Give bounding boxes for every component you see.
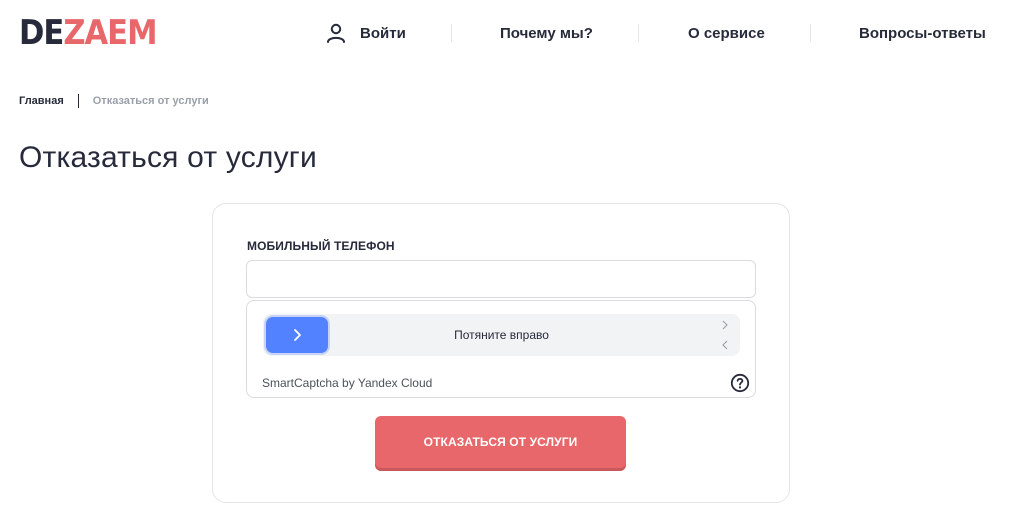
slider-direction-icon xyxy=(722,320,728,350)
breadcrumb-home-link[interactable]: Главная xyxy=(19,95,64,107)
login-label: Войти xyxy=(360,24,406,42)
nav-divider xyxy=(810,24,811,42)
main-nav: Войти Почему мы? О сервисе Вопросы-ответ… xyxy=(0,20,1024,46)
captcha-slider-track[interactable]: Потяните вправо xyxy=(263,314,740,356)
captcha-slider-text: Потяните вправо xyxy=(454,328,549,342)
site-header: DE ZAEM Войти Почему мы? О сервисе Вопрос… xyxy=(0,0,1024,66)
breadcrumb-divider xyxy=(77,94,79,108)
nav-divider xyxy=(451,24,452,42)
nav-item-why-us[interactable]: Почему мы? xyxy=(500,20,593,46)
unsubscribe-form-card: МОБИЛЬНЫЙ ТЕЛЕФОН Потяните вправо SmartC… xyxy=(212,203,790,503)
breadcrumb-current: Отказаться от услуги xyxy=(92,95,209,107)
help-circle-icon[interactable] xyxy=(730,373,750,393)
nav-item-faq[interactable]: Вопросы-ответы xyxy=(859,20,986,46)
page-title: Отказаться от услуги xyxy=(19,141,317,174)
smart-captcha: Потяните вправо SmartCaptcha by Yandex C… xyxy=(246,300,756,398)
phone-field-label: МОБИЛЬНЫЙ ТЕЛЕФОН xyxy=(247,239,395,253)
nav-divider xyxy=(638,24,639,42)
phone-input[interactable] xyxy=(246,260,756,298)
chevron-right-icon xyxy=(294,329,301,341)
breadcrumb: Главная Отказаться от услуги xyxy=(19,94,209,108)
captcha-brand-text: SmartCaptcha by Yandex Cloud xyxy=(262,376,433,390)
user-icon xyxy=(327,23,345,43)
captcha-slider-handle[interactable] xyxy=(266,317,328,353)
login-link[interactable]: Войти xyxy=(325,20,406,46)
unsubscribe-submit-button[interactable]: ОТКАЗАТЬСЯ ОТ УСЛУГИ xyxy=(375,416,626,468)
nav-item-about[interactable]: О сервисе xyxy=(688,20,765,46)
